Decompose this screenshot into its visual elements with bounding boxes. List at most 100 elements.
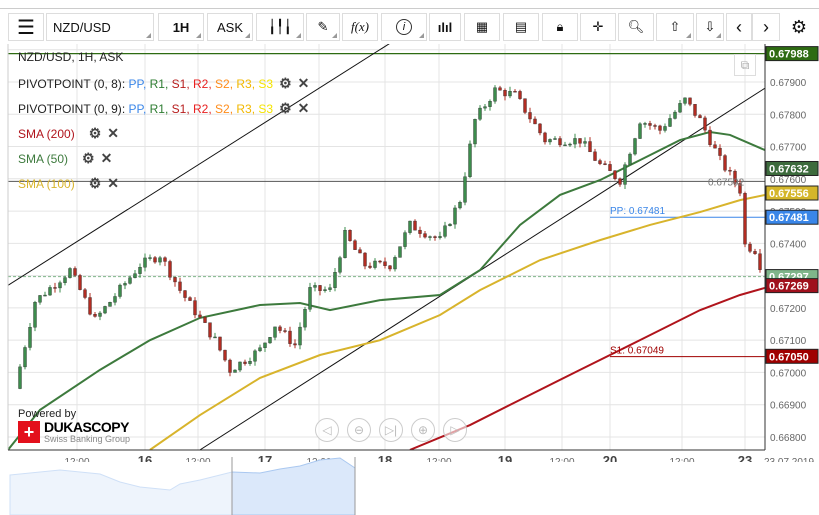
pivot-item-r3: R3, — [236, 76, 259, 91]
menu-button[interactable]: ☰ — [8, 13, 44, 41]
gear-icon[interactable]: ⚙ — [82, 150, 95, 167]
close-icon[interactable]: ✕ — [298, 100, 310, 117]
legend-pivot-9-label: PIVOTPOINT (0, 9) — [18, 101, 122, 116]
candle — [223, 349, 227, 361]
candle — [668, 118, 672, 127]
candle — [158, 257, 162, 263]
candle — [113, 296, 117, 303]
candle — [478, 107, 482, 120]
candle — [613, 170, 617, 179]
candle — [428, 236, 432, 238]
dukascopy-logo: + DUKASCOPY Swiss Banking Group — [18, 420, 130, 444]
lock-button[interactable]: 🔒︎ — [542, 13, 578, 41]
candle — [108, 302, 112, 307]
timeframe-select[interactable]: 1H — [158, 13, 204, 41]
download-button[interactable]: ⇩ — [696, 13, 724, 41]
candle — [698, 115, 702, 119]
candle — [498, 87, 502, 91]
candle — [463, 176, 467, 203]
close-icon[interactable]: ✕ — [101, 150, 113, 167]
upload-button[interactable]: ⇧ — [656, 13, 694, 41]
info-button[interactable]: i — [381, 13, 427, 41]
candle — [218, 336, 222, 351]
brand-sub: Swiss Banking Group — [44, 434, 131, 444]
jump-end-button[interactable]: ▷| — [379, 418, 403, 442]
candle — [723, 155, 727, 171]
side-label: ASK — [216, 19, 243, 35]
y-tick-label: 0.66800 — [770, 433, 807, 444]
gear-icon[interactable]: ⚙ — [89, 125, 102, 142]
candle — [518, 91, 522, 99]
candle — [178, 281, 182, 291]
settings-button[interactable]: ⚙ — [784, 13, 814, 41]
candle — [643, 123, 647, 125]
candle — [758, 253, 762, 270]
gear-icon[interactable]: ⚙ — [89, 175, 102, 192]
volume-button[interactable]: ılıl — [429, 13, 461, 41]
candle — [638, 123, 642, 139]
side-select[interactable]: ASK — [207, 13, 253, 41]
y-tick-label: 0.67000 — [770, 368, 807, 379]
candle — [673, 111, 677, 119]
candle — [263, 342, 267, 348]
close-icon[interactable]: ✕ — [107, 175, 119, 192]
candle — [128, 277, 132, 284]
y-tick-label: 0.67200 — [770, 304, 807, 315]
candle — [163, 257, 167, 262]
scroll-left-button[interactable]: ‹ — [726, 13, 752, 41]
report-button[interactable]: ▤ — [503, 13, 539, 41]
price-label: 0.67632 — [769, 163, 809, 175]
price-label: 0.67050 — [769, 351, 809, 363]
candle — [293, 343, 297, 346]
candle — [78, 275, 82, 290]
candle — [343, 230, 347, 258]
draw-button[interactable]: ✎ — [306, 13, 340, 41]
candle — [708, 129, 712, 145]
candle — [543, 132, 547, 143]
candle — [458, 202, 462, 209]
pivot-item-s1: S1, — [171, 101, 193, 116]
legend-sma50-label: SMA (50) — [18, 151, 69, 166]
candle — [58, 282, 62, 289]
candle — [503, 90, 507, 97]
candle — [338, 257, 342, 273]
candle — [413, 220, 417, 231]
candle — [48, 287, 52, 296]
candle — [303, 309, 307, 328]
candle — [423, 233, 427, 238]
pan-left-button[interactable]: ◁ — [315, 418, 339, 442]
pan-right-button[interactable]: ▷ — [443, 418, 467, 442]
candle — [63, 277, 67, 283]
candle — [283, 330, 287, 332]
candle — [408, 220, 412, 233]
gear-icon[interactable]: ⚙ — [279, 100, 292, 117]
candle — [568, 143, 572, 146]
candle — [183, 290, 187, 298]
candle — [328, 287, 332, 290]
pivot-items: : PP, R1, S1, R2, S2, R3, S3 — [122, 102, 273, 116]
price-label: 0.67556 — [769, 188, 809, 200]
calendar-button[interactable]: ▦ — [464, 13, 500, 41]
pivot-item-r3: R3, — [236, 101, 259, 116]
candle — [493, 87, 497, 102]
candle — [258, 347, 262, 352]
zoom-button[interactable]: 🔍︎ — [618, 13, 654, 41]
zoom-out-button[interactable]: ⊖ — [347, 418, 371, 442]
s1-label: S1: 0.67049 — [610, 346, 664, 357]
candle — [398, 246, 402, 258]
indicators-button[interactable]: f(x) — [342, 13, 378, 41]
expand-button[interactable]: ⧉ — [734, 54, 756, 76]
y-tick-label: 0.67100 — [770, 336, 807, 347]
crosshair-button[interactable]: ✛ — [580, 13, 616, 41]
candle — [228, 359, 232, 373]
candle — [28, 327, 32, 348]
gear-icon[interactable]: ⚙ — [279, 75, 292, 92]
close-icon[interactable]: ✕ — [107, 125, 119, 142]
zoom-in-button[interactable]: ⊕ — [411, 418, 435, 442]
scroll-right-button[interactable]: › — [752, 13, 780, 41]
symbol-select[interactable]: NZD/USD — [46, 13, 154, 41]
sma100-line — [149, 193, 765, 450]
candle — [553, 138, 557, 140]
chart-type-button[interactable]: ╽╿╽ — [256, 13, 304, 41]
close-icon[interactable]: ✕ — [298, 75, 310, 92]
